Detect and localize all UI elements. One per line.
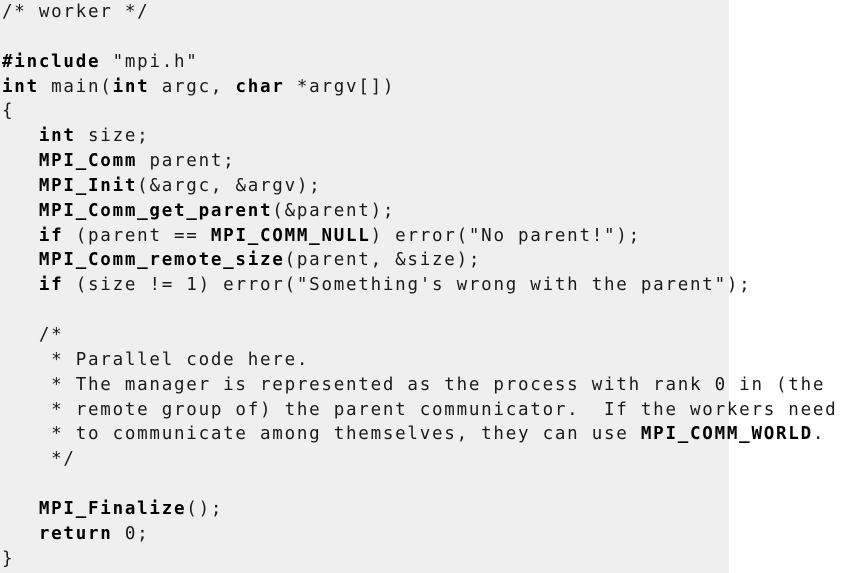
code-text: * Parallel code here. bbox=[2, 349, 310, 370]
code-text: (); bbox=[186, 498, 224, 519]
code-keyword: int bbox=[112, 76, 150, 97]
code-line: MPI_Comm_get_parent(&parent); bbox=[2, 199, 837, 224]
code-text: * remote group of) the parent communicat… bbox=[2, 399, 838, 420]
code-text: */ bbox=[2, 449, 76, 470]
code-text: * to communicate among themselves, they … bbox=[2, 424, 641, 445]
code-text: /* worker */ bbox=[2, 2, 150, 22]
code-line: } bbox=[2, 547, 837, 572]
code-identifier: MPI_Comm bbox=[38, 151, 138, 172]
code-identifier: MPI_Init bbox=[38, 175, 138, 196]
code-keyword: #include bbox=[2, 51, 101, 72]
code-text: (parent, &size); bbox=[284, 250, 482, 271]
code-identifier: MPI_COMM_NULL bbox=[210, 225, 371, 246]
code-line: MPI_Comm parent; bbox=[2, 149, 837, 174]
code-text: "mpi.h" bbox=[100, 51, 199, 72]
code-line: MPI_Init(&argc, &argv); bbox=[2, 174, 837, 199]
code-line: int main(int argc, char *argv[]) bbox=[2, 75, 837, 100]
code-line: /* bbox=[2, 323, 837, 348]
code-text: . bbox=[812, 424, 826, 445]
code-text: * The manager is represented as the proc… bbox=[2, 374, 826, 395]
code-text: { bbox=[2, 101, 15, 122]
code-identifier: MPI_Comm_remote_size bbox=[38, 250, 285, 271]
code-text: *argv[]) bbox=[284, 76, 396, 97]
code-text: (parent == bbox=[63, 225, 211, 246]
code-identifier: MPI_Comm_get_parent bbox=[38, 200, 273, 221]
code-text: (size != 1) error("Something's wrong wit… bbox=[63, 275, 752, 296]
code-listing-panel: /* worker */ #include "mpi.h" int main(in… bbox=[0, 0, 836, 573]
code-keyword: char bbox=[235, 76, 285, 97]
code-text: main( bbox=[38, 76, 113, 97]
code-line: #include "mpi.h" bbox=[2, 50, 837, 75]
code-identifier: MPI_Finalize bbox=[38, 498, 187, 519]
code-text: size; bbox=[75, 126, 150, 147]
code-text: (&parent); bbox=[272, 200, 396, 221]
code-text: 0; bbox=[112, 523, 150, 544]
code-keyword: return bbox=[38, 523, 113, 544]
code-line: MPI_Comm_remote_size(parent, &size); bbox=[2, 248, 837, 273]
code-line: * The manager is represented as the proc… bbox=[2, 373, 837, 398]
code-line: int size; bbox=[2, 124, 837, 149]
code-keyword: if bbox=[38, 225, 64, 246]
code-text: /* bbox=[2, 324, 64, 345]
code-keyword: if bbox=[38, 275, 64, 296]
code-keyword: int bbox=[2, 76, 39, 97]
code-line: if (parent == MPI_COMM_NULL) error("No p… bbox=[2, 224, 837, 249]
code-line: MPI_Finalize(); bbox=[2, 497, 837, 522]
code-line: /* worker */ bbox=[2, 0, 837, 25]
code-text: } bbox=[2, 548, 15, 569]
code-keyword: int bbox=[38, 126, 76, 147]
code-line: * Parallel code here. bbox=[2, 348, 837, 373]
code-text: ) error("No parent!"); bbox=[370, 225, 641, 246]
code-identifier: MPI_COMM_WORLD bbox=[640, 424, 813, 445]
code-line: { bbox=[2, 99, 837, 124]
code-text: (&argc, &argv); bbox=[137, 175, 322, 196]
code-line: * to communicate among themselves, they … bbox=[2, 422, 837, 447]
code-line: if (size != 1) error("Something's wrong … bbox=[2, 273, 837, 298]
code-text: argc, bbox=[149, 76, 236, 97]
code-line: return 0; bbox=[2, 522, 837, 547]
code-text: parent; bbox=[137, 151, 236, 172]
code-line: */ bbox=[2, 447, 837, 472]
code-line: * remote group of) the parent communicat… bbox=[2, 398, 837, 423]
code-block: /* worker */ #include "mpi.h" int main(in… bbox=[2, 0, 837, 571]
